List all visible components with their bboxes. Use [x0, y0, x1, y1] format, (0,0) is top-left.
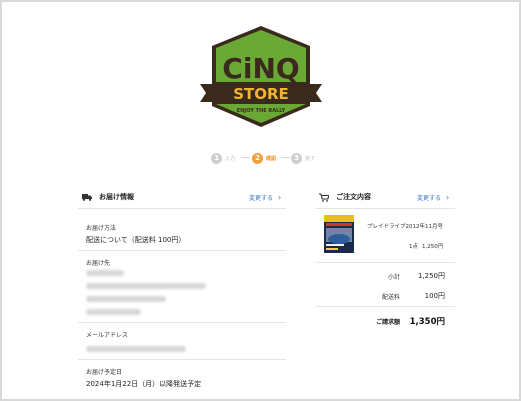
delivery-date-value: 2024年1月22日（月）以降発送予定 [86, 380, 202, 388]
shipping-value: 100円 [424, 292, 445, 300]
total-value: 1,350円 [409, 317, 445, 327]
step-complete: 3 完了 [291, 150, 315, 166]
subtotal-label: 小計 [387, 274, 400, 281]
delivery-address-label: お届け先 [86, 260, 111, 267]
truck-icon [82, 194, 92, 201]
redacted-address [86, 296, 166, 302]
product-thumbnail [324, 215, 354, 253]
item-qty: 1点 [409, 244, 418, 250]
item-title: プレイドライブ2012年11月号 [367, 224, 443, 230]
logo-top-text: CiNQ [222, 52, 299, 85]
logo-tagline: ENJOY THE RALLY [237, 108, 286, 114]
shipping-label: 配送料 [381, 294, 400, 301]
subtotal-value: 1,250円 [417, 272, 445, 280]
divider [78, 250, 286, 251]
email-label: メールアドレス [86, 332, 129, 339]
delivery-method-value: 配送について（配送料 100円） [86, 236, 186, 244]
redacted-email [86, 346, 186, 352]
order-title: ご注文内容 [336, 193, 371, 201]
divider [315, 262, 455, 263]
item-price: 1,250円 [422, 244, 444, 250]
chevron-right-icon: › [278, 193, 282, 202]
step-connector [241, 157, 250, 158]
change-link-label: 変更する [417, 195, 442, 202]
delivery-date-label: お届け予定日 [86, 369, 123, 376]
redacted-name [86, 270, 124, 276]
step-label: 入力 [225, 155, 236, 162]
chevron-right-icon: › [446, 193, 450, 202]
cinq-store-logo: CiNQ STORE ENJOY THE RALLY [200, 26, 322, 127]
step-confirm: 2 確認 [252, 150, 276, 166]
step-label: 確認 [266, 155, 277, 162]
delivery-method-label: お届け方法 [86, 225, 117, 232]
divider [78, 208, 286, 209]
divider [315, 306, 455, 307]
logo-band-text: STORE [233, 85, 289, 103]
step-number: 1 [211, 152, 222, 164]
redacted-address [86, 283, 206, 289]
step-connector [281, 157, 290, 158]
total-label: ご請求額 [375, 319, 400, 326]
delivery-panel-header: お届け情報 [82, 189, 134, 205]
divider [78, 359, 286, 360]
cart-icon [319, 192, 329, 202]
step-input: 1 入力 [211, 150, 235, 166]
delivery-change-link[interactable]: 変更する › [249, 193, 281, 202]
order-change-link[interactable]: 変更する › [417, 193, 449, 202]
order-panel-header: ご注文内容 [319, 189, 371, 205]
delivery-title: お届け情報 [99, 193, 134, 201]
step-label: 完了 [305, 155, 316, 162]
redacted-phone [86, 309, 141, 315]
checkout-stepper: 1 入力 2 確認 3 完了 [0, 150, 521, 166]
divider [315, 208, 455, 209]
step-number: 2 [252, 152, 263, 164]
divider [78, 322, 286, 323]
step-number: 3 [291, 152, 302, 164]
change-link-label: 変更する [249, 195, 274, 202]
